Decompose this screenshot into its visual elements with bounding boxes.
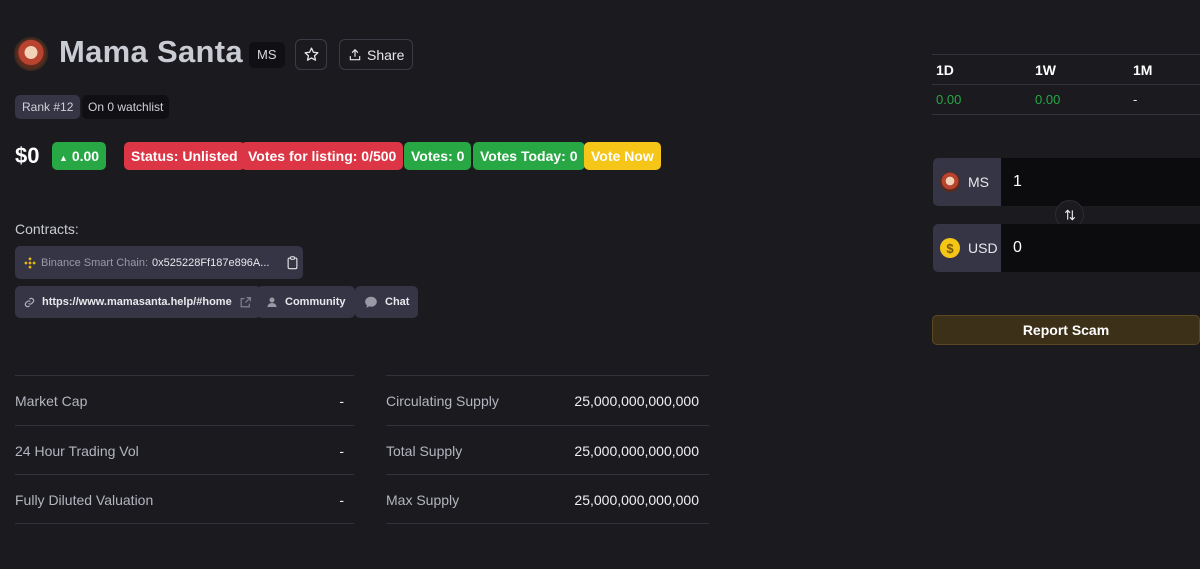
divider xyxy=(932,54,1200,55)
symbol-badge: MS xyxy=(249,42,285,68)
max-supply-value: 25,000,000,000,000 xyxy=(574,492,699,508)
circulating-supply-value: 25,000,000,000,000 xyxy=(574,393,699,409)
divider xyxy=(932,84,1200,85)
chat-button[interactable]: Chat xyxy=(355,286,419,318)
user-icon xyxy=(267,297,277,307)
market-cap-label: Market Cap xyxy=(15,393,88,409)
share-button[interactable]: Share xyxy=(339,39,414,70)
votes-badge: Votes: 0 xyxy=(404,142,472,170)
contracts-label: Contracts: xyxy=(15,221,79,237)
chat-label: Chat xyxy=(385,296,410,308)
converter-to-symbol: USD xyxy=(968,240,998,256)
price-change-badge: ▲ 0.00 xyxy=(52,142,107,170)
divider xyxy=(386,523,709,524)
perf-value-1d: 0.00 xyxy=(936,92,962,107)
market-cap-value: - xyxy=(339,393,344,409)
divider xyxy=(15,425,354,426)
converter-from-row: MS 1 xyxy=(933,158,1200,206)
star-icon xyxy=(303,47,319,61)
perf-value-1w: 0.00 xyxy=(1035,92,1061,107)
chat-icon xyxy=(365,296,377,308)
website-link[interactable]: https://www.mamasanta.help/#home xyxy=(15,286,261,318)
votes-listing-badge: Votes for listing: 0/500 xyxy=(241,142,404,170)
watchlist-count-badge: On 0 watchlist xyxy=(82,95,170,119)
fdv-value: - xyxy=(339,492,344,508)
coin-logo xyxy=(14,37,48,71)
votes-today-badge: Votes Today: 0 xyxy=(473,142,585,170)
perf-header-1w: 1W xyxy=(1035,62,1056,78)
community-label: Community xyxy=(285,296,346,308)
circulating-supply-label: Circulating Supply xyxy=(386,393,499,409)
converter-from-symbol: MS xyxy=(968,174,989,190)
divider xyxy=(15,375,354,376)
perf-header-1d: 1D xyxy=(936,62,954,78)
divider xyxy=(386,375,709,376)
price-value: $0 xyxy=(15,143,40,168)
converter-from-token: MS xyxy=(933,158,1001,206)
swap-icon xyxy=(1064,209,1075,220)
converter-to-input[interactable]: 0 xyxy=(1001,224,1200,272)
trading-vol-value: - xyxy=(339,443,344,459)
contract-network: Binance Smart Chain: xyxy=(41,256,148,269)
coin-title: Mama Santa xyxy=(59,34,243,69)
total-supply-value: 25,000,000,000,000 xyxy=(574,443,699,459)
converter-to-token: $ USD xyxy=(933,224,1001,272)
max-supply-label: Max Supply xyxy=(386,492,460,508)
share-label: Share xyxy=(367,46,405,63)
trading-vol-label: 24 Hour Trading Vol xyxy=(15,443,139,459)
contract-address: 0x525228Ff187e896A... xyxy=(152,256,270,269)
caret-up-icon: ▲ xyxy=(59,153,68,163)
external-link-icon xyxy=(240,296,251,307)
total-supply-label: Total Supply xyxy=(386,443,463,459)
status-badge: Status: Unlisted xyxy=(124,142,245,170)
watchlist-star-button[interactable] xyxy=(295,39,327,70)
divider xyxy=(932,114,1200,115)
rank-badge: Rank #12 xyxy=(15,95,81,119)
website-url: https://www.mamasanta.help/#home xyxy=(42,296,232,308)
converter-to-row: $ USD 0 xyxy=(933,224,1200,272)
usd-coin-icon: $ xyxy=(940,238,960,258)
coin-mini-logo xyxy=(940,172,960,192)
report-scam-button[interactable]: Report Scam xyxy=(932,315,1200,345)
divider xyxy=(386,425,709,426)
divider xyxy=(15,523,354,524)
community-button[interactable]: Community xyxy=(257,286,355,318)
divider xyxy=(386,474,709,475)
share-icon xyxy=(349,48,361,60)
perf-value-1m: - xyxy=(1133,92,1138,107)
link-icon xyxy=(24,297,35,307)
divider xyxy=(15,474,354,475)
copy-icon[interactable] xyxy=(285,255,300,271)
converter-from-input[interactable]: 1 xyxy=(1001,158,1200,206)
price-change-value: 0.00 xyxy=(71,148,100,164)
contract-address-chip[interactable]: Binance Smart Chain: 0x525228Ff187e896A.… xyxy=(15,246,303,279)
binance-icon xyxy=(24,256,36,269)
perf-header-1m: 1M xyxy=(1133,62,1153,78)
fdv-label: Fully Diluted Valuation xyxy=(15,492,154,508)
vote-now-button[interactable]: Vote Now xyxy=(584,142,661,170)
